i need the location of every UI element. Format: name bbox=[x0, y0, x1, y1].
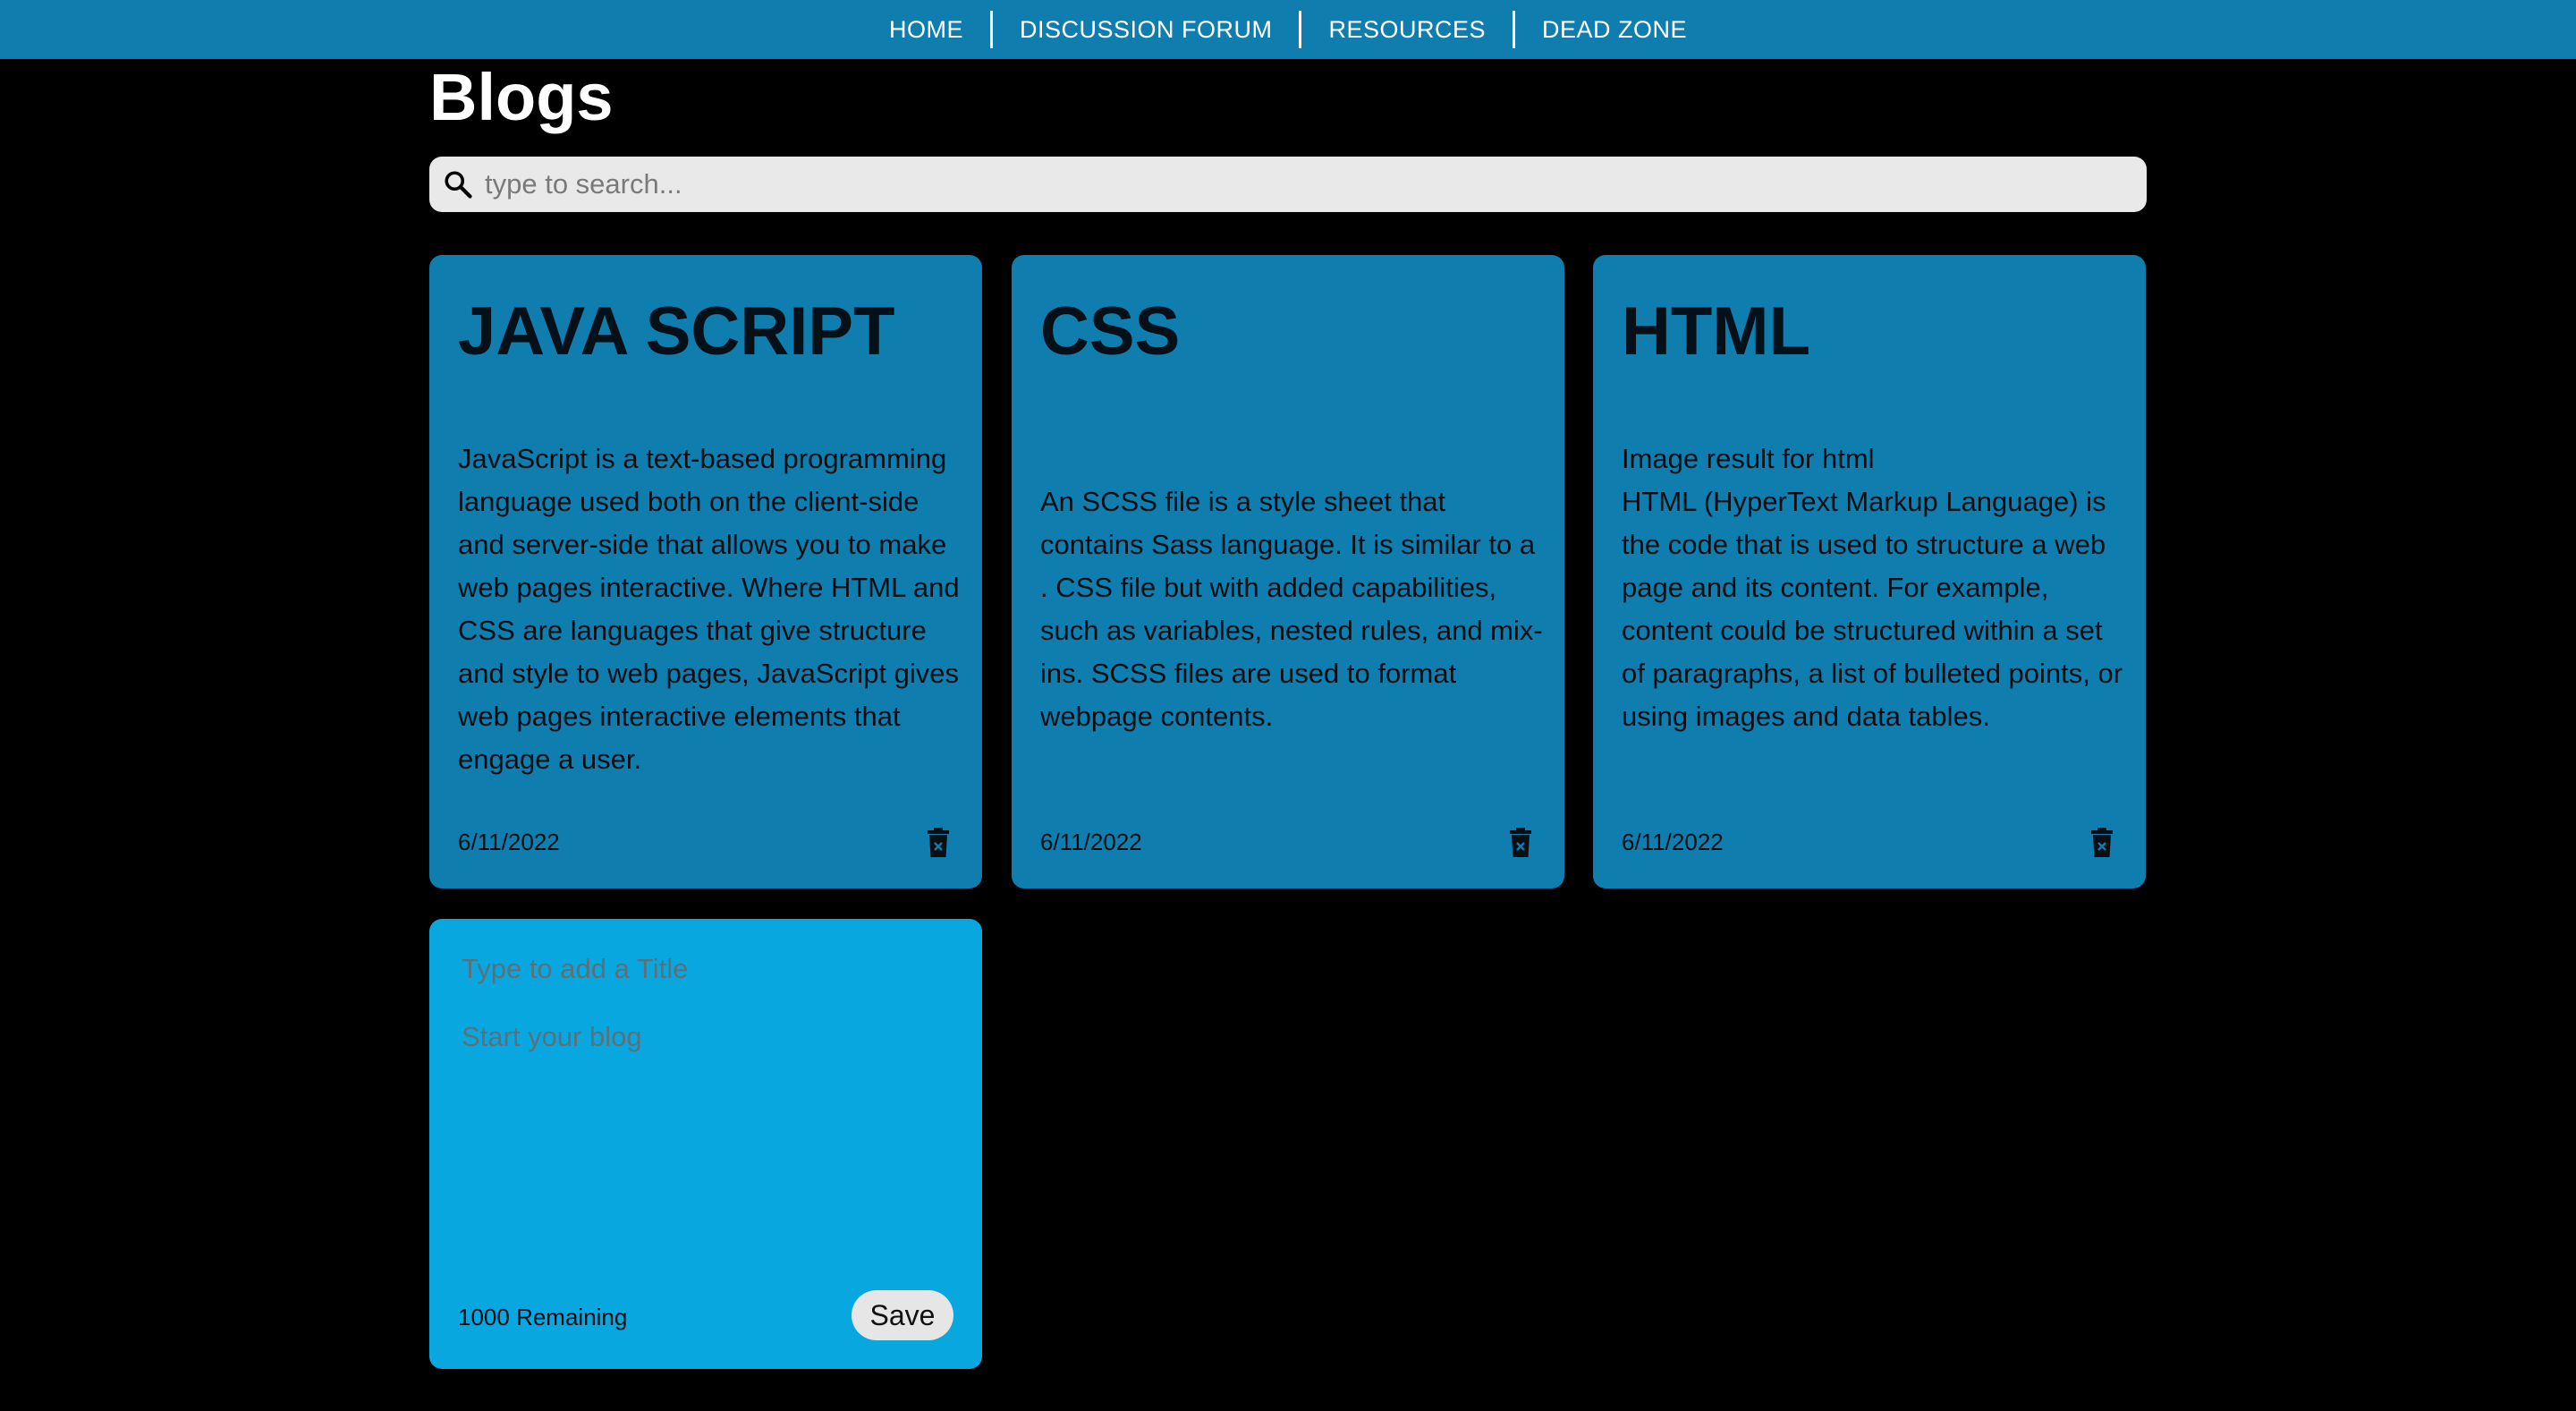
search-icon bbox=[442, 168, 474, 200]
blog-card-title: CSS bbox=[1040, 293, 1181, 370]
trash-icon[interactable] bbox=[927, 828, 950, 858]
top-navigation: HOME DISCUSSION FORUM RESOURCES DEAD ZON… bbox=[0, 0, 2576, 59]
nav-dead-zone[interactable]: DEAD ZONE bbox=[1513, 11, 1714, 48]
trash-icon[interactable] bbox=[1509, 828, 1532, 858]
blog-card-body: Image result for html HTML (HyperText Ma… bbox=[1622, 443, 2123, 732]
blog-card-date: 6/11/2022 bbox=[1622, 829, 1724, 855]
nav-home[interactable]: HOME bbox=[862, 11, 990, 48]
search-bar[interactable] bbox=[429, 157, 2147, 212]
blog-card-body: An SCSS file is a style sheet that conta… bbox=[1040, 486, 1543, 732]
trash-icon[interactable] bbox=[2090, 828, 2114, 858]
page-title: Blogs bbox=[429, 60, 614, 134]
new-blog-card: 1000 Remaining Save bbox=[429, 919, 982, 1369]
new-blog-body-input[interactable] bbox=[460, 1019, 955, 1246]
nav-discussion-forum[interactable]: DISCUSSION FORUM bbox=[989, 11, 1300, 48]
blog-card-html: HTML Image result for html HTML (HyperTe… bbox=[1593, 255, 2146, 888]
blog-card-javascript: JAVA SCRIPT JavaScript is a text-based p… bbox=[429, 255, 982, 888]
blog-card-date: 6/11/2022 bbox=[458, 829, 560, 855]
characters-remaining: 1000 Remaining bbox=[458, 1304, 628, 1330]
blog-card-css: CSS An SCSS file is a style sheet that c… bbox=[1012, 255, 1564, 888]
save-button[interactable]: Save bbox=[852, 1290, 953, 1340]
search-input[interactable] bbox=[483, 161, 2114, 208]
blog-card-title: HTML bbox=[1622, 293, 1811, 370]
blog-card-title: JAVA SCRIPT bbox=[458, 293, 895, 370]
blog-card-date: 6/11/2022 bbox=[1040, 829, 1142, 855]
nav-resources[interactable]: RESOURCES bbox=[1299, 11, 1513, 48]
blog-card-body: JavaScript is a text-based programming l… bbox=[458, 443, 960, 775]
new-blog-title-input[interactable] bbox=[460, 946, 955, 992]
